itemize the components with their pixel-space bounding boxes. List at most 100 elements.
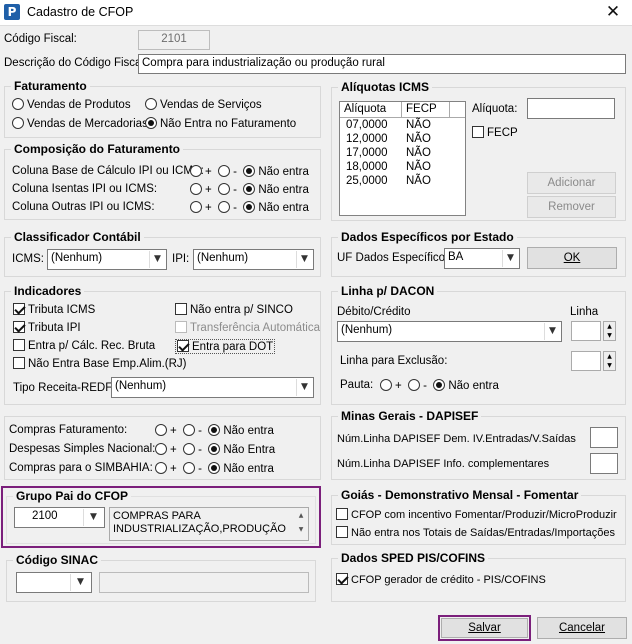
radio-none[interactable] [208, 424, 221, 436]
compras-simbahia-radios[interactable]: + - Não entra [155, 462, 274, 475]
radio-plus[interactable] [155, 462, 167, 474]
checkbox-transferencia[interactable]: Transferência Automática [175, 321, 320, 334]
grupo-pai-code-select[interactable]: 2100 ▼ [14, 507, 105, 528]
radio-plus[interactable] [190, 201, 202, 213]
radio-none[interactable] [433, 379, 446, 391]
radio-minus[interactable] [408, 379, 421, 391]
aliquotas-table[interactable]: Alíquota FECP 07,0000 NÃO 12,0000 NÃO 17,0… [339, 101, 466, 216]
chevron-down-icon[interactable]: ▼ [296, 251, 312, 268]
pauta-label: Pauta: [340, 379, 374, 391]
chevron-down-icon[interactable]: ▼ [296, 379, 312, 396]
linha-spinner-icon[interactable]: ▲ ▼ [603, 321, 616, 341]
exclusao-input[interactable] [571, 351, 601, 371]
minas-row2-label: Núm.Linha DAPISEF Info. complementares [337, 458, 550, 470]
radio-minus[interactable] [218, 165, 231, 177]
pauta-radios[interactable]: + - Não entra [380, 379, 499, 392]
debito-credito-select[interactable]: (Nenhum) ▼ [337, 321, 562, 342]
chevron-down-icon[interactable]: ▼ [544, 323, 560, 340]
checkbox-label: Não Entra Base Emp.Alim.(RJ) [28, 358, 187, 370]
chevron-down-icon[interactable]: ▼ [83, 509, 103, 526]
radio-minus[interactable] [218, 183, 231, 195]
table-row[interactable]: 07,0000 NÃO [340, 118, 465, 132]
salvar-label: Salvar [468, 622, 501, 634]
radio-minus[interactable] [183, 443, 196, 455]
radio-plus[interactable] [155, 443, 167, 455]
none-label: Não entra [258, 184, 309, 196]
radio-vendas-mercadorias[interactable]: Vendas de Mercadorias [12, 117, 148, 130]
table-row[interactable]: 12,0000 NÃO [340, 132, 465, 146]
exclusao-spinner-icon[interactable]: ▲ ▼ [603, 351, 616, 371]
composicao-row-isentas: Coluna Isentas IPI ou ICMS: [12, 183, 157, 195]
scroll-arrows-icon[interactable]: ▲ ▼ [295, 509, 307, 539]
remover-button[interactable]: Remover [527, 196, 616, 218]
despesas-simples-radios[interactable]: + - Não Entra [155, 443, 275, 456]
radio-none[interactable] [243, 165, 256, 177]
composicao-base-radios[interactable]: + - Não entra [190, 165, 309, 178]
ipi-label: IPI: [172, 253, 190, 265]
checkbox-nao-entra-base[interactable]: Não Entra Base Emp.Alim.(RJ) [13, 357, 187, 370]
chevron-down-icon[interactable]: ▼ [149, 251, 165, 268]
minas-row1-input[interactable] [590, 427, 618, 448]
radio-minus[interactable] [183, 424, 196, 436]
radio-plus[interactable] [155, 424, 167, 436]
close-icon[interactable]: ✕ [598, 1, 628, 23]
radio-nao-entra-faturamento[interactable]: Não Entra no Faturamento [145, 117, 296, 130]
checkbox-icon [13, 321, 25, 333]
cancelar-button[interactable]: Cancelar [537, 617, 627, 639]
radio-none[interactable] [208, 462, 221, 474]
icms-select[interactable]: (Nenhum) ▼ [47, 249, 167, 270]
radio-label: Vendas de Mercadorias [27, 118, 148, 130]
radio-vendas-servicos[interactable]: Vendas de Serviços [145, 98, 262, 111]
app-icon: P [4, 4, 20, 20]
checkbox-tributa-ipi[interactable]: Tributa IPI [13, 321, 81, 334]
radio-none[interactable] [243, 201, 256, 213]
uf-select[interactable]: BA ▼ [444, 248, 520, 269]
checkbox-tributa-icms[interactable]: Tributa ICMS [13, 303, 95, 316]
checkbox-sped-credito[interactable]: CFOP gerador de crédito - PIS/COFINS [336, 573, 546, 586]
checkbox-entra-calc[interactable]: Entra p/ Cálc. Rec. Bruta [13, 339, 155, 352]
checkbox-entra-dot[interactable]: Entra para DOT [175, 339, 276, 354]
column-header-fecp[interactable]: FECP [402, 102, 450, 117]
adicionar-button[interactable]: Adicionar [527, 172, 616, 194]
checkbox-fecp[interactable]: FECP [472, 126, 518, 139]
compras-faturamento-radios[interactable]: + - Não entra [155, 424, 274, 437]
descricao-field[interactable]: Compra para industrialização ou produção… [138, 54, 626, 74]
checkbox-goias-totais[interactable]: Não entra nos Totais de Saídas/Entradas/… [336, 526, 615, 539]
cell-fecp: NÃO [406, 161, 431, 173]
ok-button[interactable]: OK [527, 247, 617, 269]
plus-label: + [170, 444, 177, 456]
minas-row2-input[interactable] [590, 453, 618, 474]
radio-minus[interactable] [218, 201, 231, 213]
ipi-select[interactable]: (Nenhum) ▼ [193, 249, 314, 270]
checkbox-goias-incentivo[interactable]: CFOP com incentivo Fomentar/Produzir/Mic… [336, 508, 617, 521]
aliquota-input[interactable] [527, 98, 615, 119]
chevron-down-icon[interactable]: ▼ [502, 250, 518, 267]
radio-none[interactable] [208, 443, 221, 455]
exclusao-label: Linha para Exclusão: [340, 355, 448, 367]
radio-vendas-produtos[interactable]: Vendas de Produtos [12, 98, 131, 111]
table-row[interactable]: 17,0000 NÃO [340, 146, 465, 160]
composicao-outras-radios[interactable]: + - Não entra [190, 201, 309, 214]
radio-plus[interactable] [380, 379, 392, 391]
codigo-fiscal-field[interactable]: 2101 [138, 30, 210, 50]
chevron-down-icon[interactable]: ▼ [70, 574, 90, 591]
checkbox-nao-entra-sinco[interactable]: Não entra p/ SINCO [175, 303, 293, 316]
radio-none[interactable] [243, 183, 256, 195]
cell-aliquota: 07,0000 [346, 119, 388, 131]
radio-plus[interactable] [190, 183, 202, 195]
radio-plus[interactable] [190, 165, 202, 177]
radio-minus[interactable] [183, 462, 196, 474]
table-row[interactable]: 25,0000 NÃO [340, 174, 465, 188]
codigo-sinac-select[interactable]: ▼ [16, 572, 92, 593]
column-header-aliquota[interactable]: Alíquota [340, 102, 402, 117]
cell-aliquota: 25,0000 [346, 175, 388, 187]
faturamento-group: Faturamento Vendas de Produtos Vendas de… [4, 79, 321, 138]
composicao-isentas-radios[interactable]: + - Não entra [190, 183, 309, 196]
table-row[interactable]: 18,0000 NÃO [340, 160, 465, 174]
linha-input[interactable] [571, 321, 601, 341]
row-label: Coluna Isentas IPI ou ICMS: [12, 183, 158, 195]
tipo-receita-value: (Nenhum) [115, 380, 167, 392]
salvar-button[interactable]: Salvar [441, 618, 528, 638]
tipo-receita-select[interactable]: (Nenhum) ▼ [111, 377, 314, 398]
cell-fecp: NÃO [406, 175, 431, 187]
